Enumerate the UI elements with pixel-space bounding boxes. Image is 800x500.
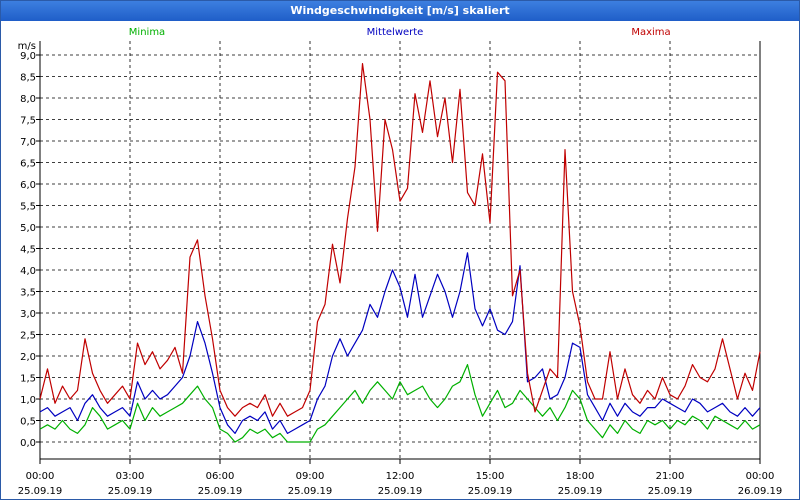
x-tick-date: 25.09.19 <box>648 486 693 497</box>
x-tick-date: 25.09.19 <box>558 486 603 497</box>
y-tick-label: 1,5 <box>20 374 36 385</box>
y-tick-label: 1,0 <box>20 395 36 406</box>
legend-minima: Minima <box>129 27 165 38</box>
axes <box>36 41 761 464</box>
y-tick-label: 7,5 <box>20 116 36 127</box>
chart-svg: 0,0 0,5 1,0 1,5 2,0 2,5 3,0 3,5 4,0 4,5 5,0 5,5 6,0 6… <box>18 27 783 497</box>
x-tick-date: 25.09.19 <box>378 486 423 497</box>
x-tick-date: 26.09.19 <box>738 486 783 497</box>
y-tick-labels: 0,0 0,5 1,0 1,5 2,0 2,5 3,0 3,5 4,0 4,5 5,0 5,5 6,0 6… <box>18 41 36 449</box>
y-tick-label: 6,5 <box>20 159 36 170</box>
x-tick-time: 21:00 <box>656 471 685 482</box>
y-tick-label: 2,5 <box>20 331 36 342</box>
y-tick-label: 0,0 <box>20 438 36 449</box>
x-tick-date: 25.09.19 <box>108 486 153 497</box>
x-tick-time: 15:00 <box>476 471 505 482</box>
y-tick-label: 2,0 <box>20 352 36 363</box>
y-tick-label: 8,0 <box>20 94 36 105</box>
x-tick-date: 25.09.19 <box>288 486 333 497</box>
y-axis-unit: m/s <box>18 41 36 52</box>
x-tick-time: 06:00 <box>206 471 235 482</box>
y-tick-label: 6,0 <box>20 180 36 191</box>
x-tick-time: 09:00 <box>296 471 325 482</box>
x-tick-date: 25.09.19 <box>198 486 243 497</box>
x-tick-labels: 00:00 25.09.19 03:00 25.09.19 06:00 25.09.19 0… <box>18 471 783 497</box>
x-tick-time: 00:00 <box>746 471 775 482</box>
y-tick-label: 5,0 <box>20 223 36 234</box>
y-tick-label: 4,0 <box>20 266 36 277</box>
y-tick-label: 7,0 <box>20 137 36 148</box>
x-tick-date: 25.09.19 <box>468 486 513 497</box>
legend-mittelwerte: Mittelwerte <box>367 27 424 38</box>
y-tick-label: 5,5 <box>20 202 36 213</box>
y-tick-label: 8,5 <box>20 73 36 84</box>
x-tick-time: 12:00 <box>386 471 415 482</box>
legend-maxima: Maxima <box>631 27 670 38</box>
x-tick-time: 00:00 <box>26 471 55 482</box>
y-tick-label: 9,0 <box>20 51 36 62</box>
y-tick-label: 4,5 <box>20 245 36 256</box>
x-tick-time: 03:00 <box>116 471 145 482</box>
y-tick-label: 0,5 <box>20 417 36 428</box>
y-tick-label: 3,0 <box>20 309 36 320</box>
y-tick-label: 3,5 <box>20 288 36 299</box>
x-tick-date: 25.09.19 <box>18 486 63 497</box>
x-tick-time: 18:00 <box>566 471 595 482</box>
legend: Minima Mittelwerte Maxima <box>129 27 671 38</box>
